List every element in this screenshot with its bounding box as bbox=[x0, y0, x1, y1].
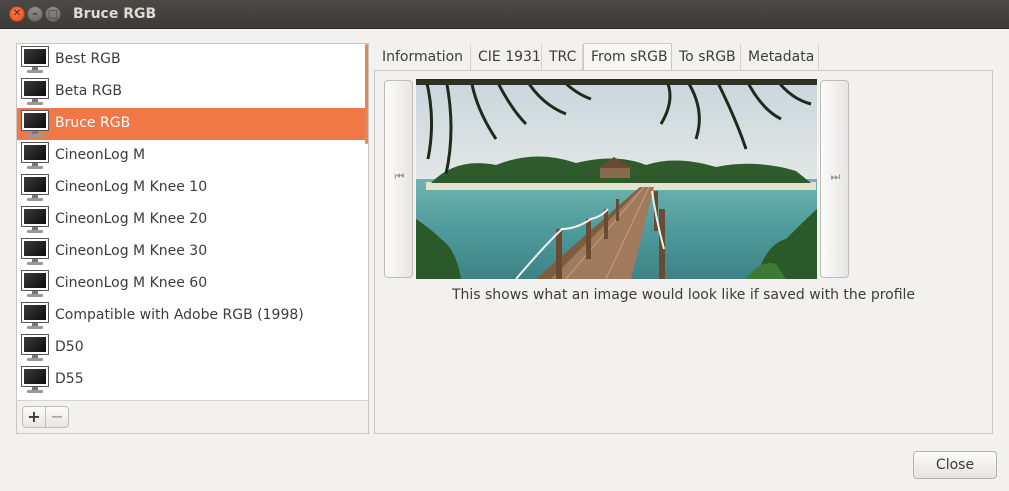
display-icon bbox=[21, 174, 49, 202]
profile-list-item[interactable]: CineonLog M Knee 10 bbox=[17, 172, 365, 204]
display-icon bbox=[21, 142, 49, 170]
minimize-icon: – bbox=[32, 7, 38, 20]
profile-label: D50 bbox=[55, 339, 84, 355]
display-icon bbox=[21, 110, 49, 138]
profile-list-item[interactable]: Best RGB bbox=[17, 44, 365, 76]
display-icon bbox=[21, 238, 49, 266]
display-icon bbox=[21, 302, 49, 330]
profile-list-item[interactable]: D50 bbox=[17, 332, 365, 364]
previous-image-button[interactable]: ⏮ bbox=[384, 80, 413, 278]
profile-list-item[interactable]: D55 bbox=[17, 364, 365, 396]
window-title: Bruce RGB bbox=[73, 6, 157, 22]
preview-caption: This shows what an image would look like… bbox=[451, 287, 916, 303]
profile-list-item[interactable]: Bruce RGB bbox=[17, 108, 365, 140]
display-icon bbox=[21, 46, 49, 74]
next-image-button[interactable]: ⏭ bbox=[820, 80, 849, 278]
title-bar[interactable]: ✕ – □ Bruce RGB bbox=[0, 0, 1009, 29]
tab-information[interactable]: Information bbox=[375, 44, 471, 71]
window-maximize-button[interactable]: □ bbox=[45, 6, 61, 22]
profile-label: Best RGB bbox=[55, 51, 121, 67]
profile-list-item[interactable]: CineonLog M bbox=[17, 140, 365, 172]
profile-list-item[interactable]: Beta RGB bbox=[17, 76, 365, 108]
profile-list-panel: Best RGB Beta RGB Bruce RGB CineonLog M Cine… bbox=[16, 43, 369, 434]
profile-list-item[interactable]: Compatible with Adobe RGB (1998) bbox=[17, 300, 365, 332]
tab-from-srgb[interactable]: From sRGB bbox=[583, 43, 672, 71]
tab-trc[interactable]: TRC bbox=[542, 44, 583, 71]
profile-list-item[interactable]: CineonLog M Knee 30 bbox=[17, 236, 365, 268]
profile-list-item[interactable]: CineonLog M Knee 60 bbox=[17, 268, 365, 300]
profile-list[interactable]: Best RGB Beta RGB Bruce RGB CineonLog M Cine… bbox=[17, 44, 368, 400]
add-profile-button[interactable]: + bbox=[22, 406, 46, 428]
tab-to-srgb[interactable]: To sRGB bbox=[672, 44, 741, 71]
close-button[interactable]: Close bbox=[913, 451, 997, 479]
list-toolbar: + − bbox=[17, 400, 368, 433]
profile-list-item[interactable]: CineonLog M Knee 20 bbox=[17, 204, 365, 236]
remove-profile-button[interactable]: − bbox=[45, 406, 69, 428]
display-icon bbox=[21, 334, 49, 362]
display-icon bbox=[21, 206, 49, 234]
display-icon bbox=[21, 270, 49, 298]
profile-label: Bruce RGB bbox=[55, 115, 131, 131]
profile-label: D55 bbox=[55, 371, 84, 387]
tab-cie-1931[interactable]: CIE 1931 bbox=[471, 44, 542, 71]
tab-metadata[interactable]: Metadata bbox=[741, 44, 819, 71]
list-scrollbar[interactable] bbox=[365, 44, 368, 144]
profile-label: CineonLog M Knee 30 bbox=[55, 243, 208, 259]
profile-label: Compatible with Adobe RGB (1998) bbox=[55, 307, 304, 323]
tab-page-from-srgb: ⏮ ⏭ This shows what an image would look … bbox=[374, 70, 993, 434]
window-minimize-button[interactable]: – bbox=[27, 6, 43, 22]
display-icon bbox=[21, 366, 49, 394]
profile-label: CineonLog M bbox=[55, 147, 146, 163]
skip-forward-icon: ⏭ bbox=[830, 170, 841, 183]
profile-label: CineonLog M Knee 10 bbox=[55, 179, 208, 195]
profile-label: Beta RGB bbox=[55, 83, 122, 99]
close-icon: ✕ bbox=[12, 8, 22, 19]
window-close-button[interactable]: ✕ bbox=[9, 6, 25, 22]
profile-label: CineonLog M Knee 60 bbox=[55, 275, 208, 291]
profile-label: CineonLog M Knee 20 bbox=[55, 211, 208, 227]
maximize-icon: □ bbox=[47, 7, 59, 20]
preview-image bbox=[416, 79, 817, 279]
display-icon bbox=[21, 78, 49, 106]
skip-back-icon: ⏮ bbox=[394, 170, 405, 183]
